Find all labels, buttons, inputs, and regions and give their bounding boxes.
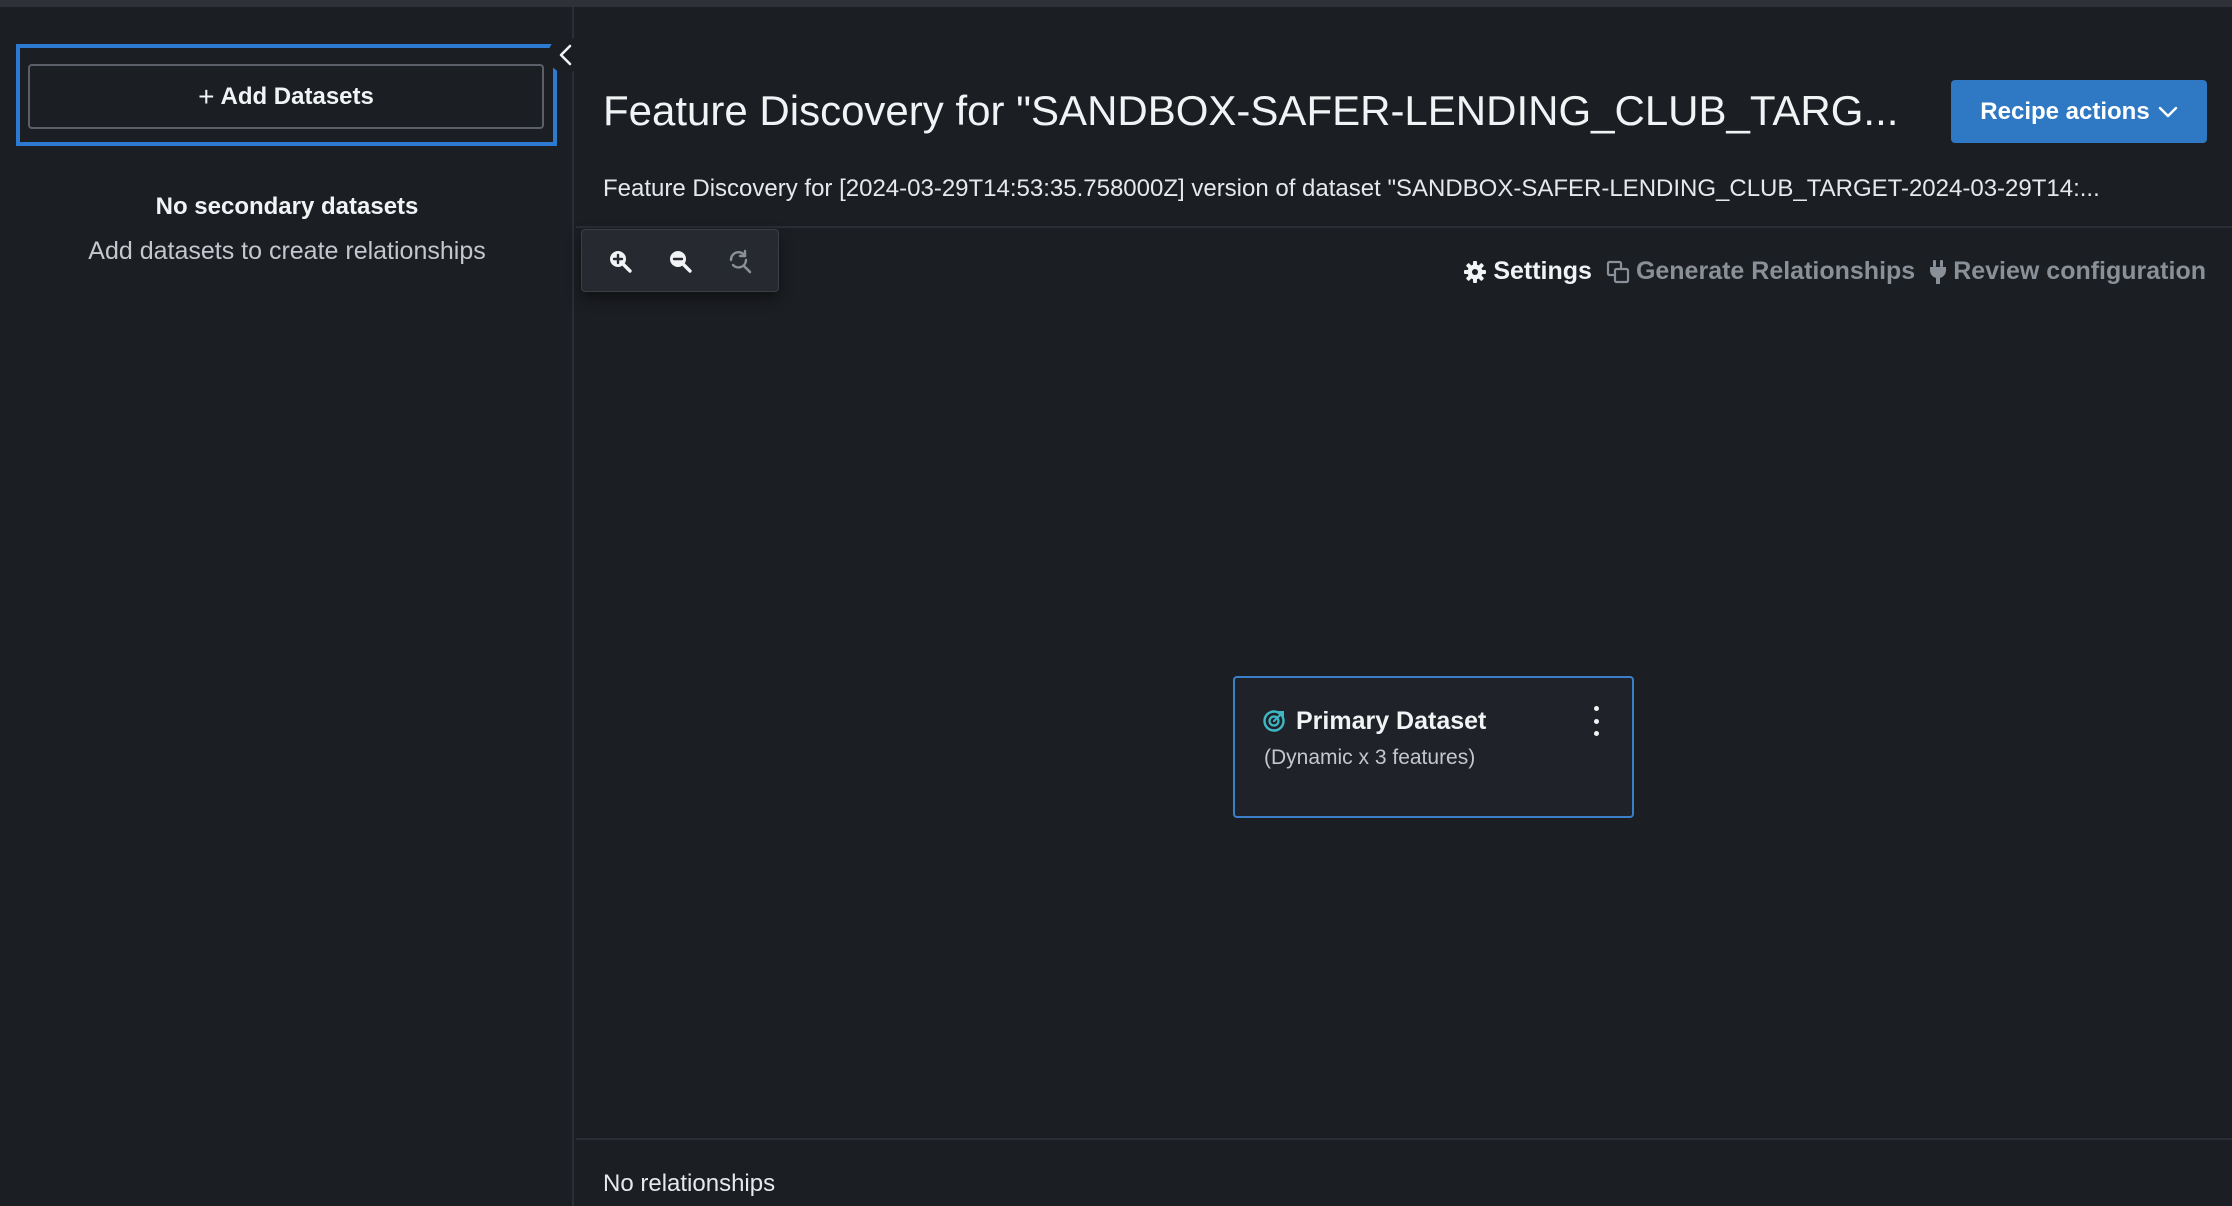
target-icon	[1263, 710, 1285, 732]
header-divider	[576, 226, 2232, 228]
empty-state-title: No secondary datasets	[155, 193, 419, 220]
add-datasets-label: Add Datasets	[220, 82, 374, 110]
sidebar: + Add Datasets No secondary datasets Add…	[0, 7, 574, 1206]
more-vertical-icon[interactable]	[1588, 706, 1604, 736]
zoom-out-icon	[670, 250, 692, 273]
generate-relationships-button[interactable]: Generate Relationships	[1606, 257, 1915, 286]
generate-relationships-label: Generate Relationships	[1635, 257, 1916, 285]
node-subtitle: (Dynamic x 3 features)	[1264, 746, 1476, 769]
zoom-in-button[interactable]	[600, 241, 640, 281]
menu-dot	[1593, 706, 1599, 711]
page-title: Feature Discovery for "SANDBOX-SAFER-LEN…	[603, 87, 1899, 134]
recipe-actions-button[interactable]: Recipe actions	[1951, 80, 2207, 143]
review-configuration-label: Review configuration	[1953, 257, 2206, 285]
gear-icon	[1464, 260, 1487, 283]
main-panel: Feature Discovery for "SANDBOX-SAFER-LEN…	[576, 7, 2232, 1206]
canvas-toolbar: Settings Generate Relationships Review c…	[1463, 257, 2206, 286]
primary-dataset-node[interactable]: Primary Dataset (Dynamic x 3 features)	[1233, 676, 1634, 818]
app-window: + Add Datasets No secondary datasets Add…	[0, 0, 2232, 1206]
reset-zoom-icon	[729, 249, 752, 273]
collapse-sidebar-button[interactable]	[548, 37, 584, 73]
reset-zoom-button[interactable]	[720, 241, 760, 281]
empty-state-subtitle: Add datasets to create relationships	[88, 237, 486, 265]
chevron-left-icon	[559, 44, 572, 66]
menu-dot	[1593, 731, 1599, 736]
page-subtitle: Feature Discovery for [2024-03-29T14:53:…	[603, 175, 2100, 202]
settings-label: Settings	[1493, 257, 1592, 285]
zoom-in-icon	[610, 250, 632, 273]
add-datasets-button[interactable]: + Add Datasets	[28, 64, 544, 129]
review-configuration-button[interactable]: Review configuration	[1929, 257, 2206, 286]
plug-icon	[1930, 259, 1947, 284]
node-title: Primary Dataset	[1296, 707, 1487, 735]
relationships-status: No relationships	[603, 1170, 776, 1197]
menu-dot	[1593, 718, 1599, 724]
footer-divider	[576, 1138, 2232, 1140]
recipe-actions-label: Recipe actions	[1980, 97, 2150, 125]
copy-squares-icon	[1606, 260, 1630, 283]
plus-icon: +	[198, 80, 215, 112]
zoom-out-button[interactable]	[660, 241, 700, 281]
settings-button[interactable]: Settings	[1463, 257, 1592, 286]
chevron-down-icon	[2158, 106, 2177, 117]
zoom-controls	[581, 229, 779, 292]
